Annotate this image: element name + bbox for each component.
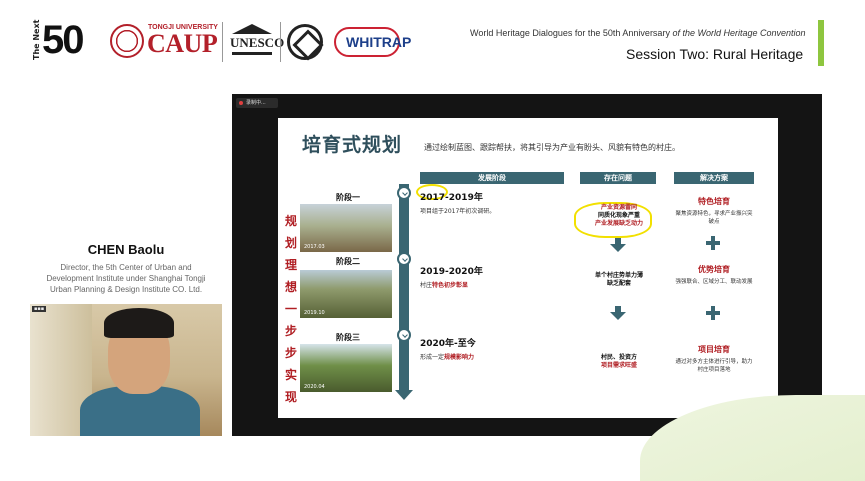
session-title: Session Two: Rural Heritage <box>626 46 804 62</box>
stage-years: 2017-2019年 <box>420 193 483 203</box>
speaker-hair <box>104 308 174 338</box>
stage-years: 2020年-至今 <box>420 339 476 349</box>
video-tag: ▪▪▪ <box>32 306 47 312</box>
solution-title: 特色培育 <box>698 197 730 206</box>
timeline-node <box>397 328 411 342</box>
whitrap-label: WHITRAP <box>346 34 412 50</box>
logo-50-label: 50 <box>42 18 84 62</box>
event-title: World Heritage Dialogues for the 50th An… <box>470 28 806 38</box>
tongji-seal-icon <box>110 24 144 58</box>
arrow-down-icon <box>610 306 626 320</box>
the-next-50-logo: The Next 50 <box>32 18 96 62</box>
speaker-role: Director, the 5th Center of Urban and De… <box>46 263 206 294</box>
stage-photo: 2020.04 <box>300 344 392 392</box>
stage-desc: 村庄特色初步彰显 <box>420 282 469 289</box>
unesco-label: UNESCO <box>230 35 285 50</box>
logo-next-label: The Next <box>32 19 41 60</box>
stage-label: 阶段二 <box>336 257 360 266</box>
slide-title: 培育式规划 <box>302 134 403 156</box>
arrow-down-icon <box>610 238 626 252</box>
logo-divider <box>280 22 281 62</box>
recording-indicator[interactable]: 录制中... <box>236 98 278 108</box>
world-heritage-emblem-icon <box>287 24 323 60</box>
whitrap-logo: WHITRAP <box>334 27 411 57</box>
slide-subtitle: 通过绘制蓝图、跟踪帮扶，将其引导为产业有盼头、风貌有特色的村庄。 <box>424 143 680 152</box>
stage-problems: 单个村庄势单力薄 缺乏配套 <box>594 272 643 287</box>
stage-desc: 形成一定规模影响力 <box>420 354 475 361</box>
unesco-base-icon <box>232 52 272 55</box>
solution-title: 项目培育 <box>698 345 730 354</box>
plus-icon <box>706 236 720 250</box>
stage-years: 2019-2020年 <box>420 267 483 277</box>
solution-title: 优势培育 <box>698 265 730 274</box>
solution-desc: 强强联合、区域分工、联动发展 <box>675 279 753 285</box>
presentation-slide: 培育式规划 通过绘制蓝图、跟踪帮扶，将其引导为产业有盼头、风貌有特色的村庄。 规… <box>278 118 778 418</box>
timeline-node <box>397 252 411 266</box>
accent-bar <box>818 20 824 66</box>
solution-desc: 聚焦资源特色，寻求产业振兴突破点 <box>675 211 753 225</box>
timeline-node <box>397 186 411 200</box>
column-header-problems: 存在问题 <box>580 172 656 184</box>
stage-problems: 产业资源雷同 同质化现象严重 产业发展缺乏动力 <box>594 204 643 227</box>
logo-divider <box>222 22 223 62</box>
vertical-slogan: 规划理想一步步实现 <box>284 214 297 404</box>
plus-icon <box>706 306 720 320</box>
solution-desc: 通过对多方主体进行引导，助力村庄项目落地 <box>675 359 753 373</box>
unesco-logo: UNESCO <box>230 22 284 62</box>
stage-photo: 2019.10 <box>300 270 392 318</box>
photo-date: 2019.10 <box>304 310 325 316</box>
stage-label: 阶段三 <box>336 333 360 342</box>
stage-photo: 2017.03 <box>300 204 392 252</box>
speaker-video[interactable]: ▪▪▪ <box>30 304 222 436</box>
column-header-solutions: 解决方案 <box>674 172 754 184</box>
stage-problems: 村民、投资方 项目需求旺盛 <box>600 354 637 369</box>
stage-desc: 项目组于2017年初次调研。 <box>420 208 496 215</box>
photo-date: 2020.04 <box>304 384 325 390</box>
stage-label: 阶段一 <box>336 193 360 202</box>
caup-logo: CAUP <box>147 29 218 58</box>
unesco-roof-icon <box>232 24 272 34</box>
photo-date: 2017.03 <box>304 244 325 250</box>
column-header-stage: 发展阶段 <box>420 172 564 184</box>
timeline-bar <box>399 184 409 394</box>
speaker-name: CHEN Baolu <box>87 242 165 257</box>
timeline-arrow-icon <box>395 390 413 400</box>
